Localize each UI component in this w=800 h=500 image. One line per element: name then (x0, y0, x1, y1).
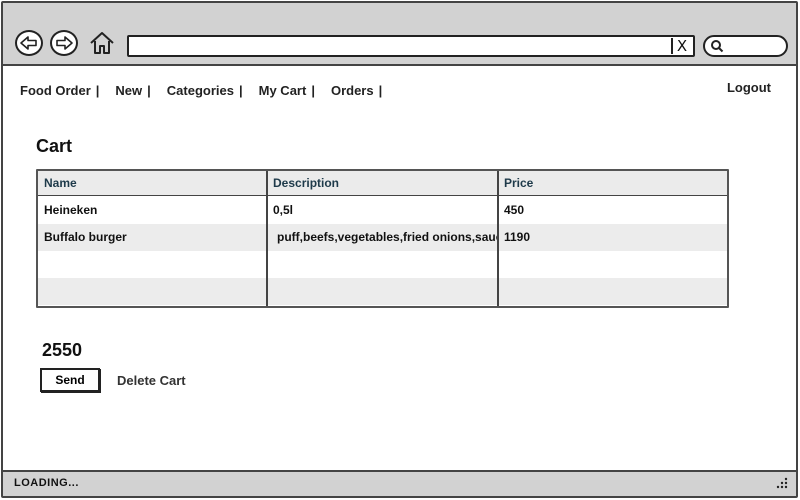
cart-table: Name Description Price Heineken 0,5l 450… (36, 169, 729, 308)
cell-name: Buffalo burger (44, 230, 127, 244)
nav-item-food-order[interactable]: Food Order | (20, 83, 99, 98)
nav-separator: | (378, 82, 383, 98)
clear-address-button[interactable]: X (671, 38, 691, 54)
resize-grip-icon[interactable] (776, 477, 788, 489)
address-bar[interactable]: X (127, 35, 695, 57)
nav-label: Orders (330, 82, 374, 98)
nav-separator: | (147, 82, 151, 98)
nav-item-new[interactable]: New | (115, 83, 150, 98)
cell-description (267, 278, 498, 305)
cell-description: 0,5l (273, 203, 294, 217)
nav-label: New (115, 82, 143, 98)
page-title: Cart (36, 136, 73, 156)
nav-label: Food Order (20, 82, 91, 98)
status-text: LOADING... (14, 477, 79, 489)
status-bar: LOADING... (3, 470, 796, 496)
column-header-price[interactable]: Price (498, 171, 727, 195)
cell-name (38, 251, 267, 278)
nav-label: My Cart (258, 82, 307, 98)
logout-link[interactable]: Logout (727, 80, 771, 95)
table-row[interactable] (38, 278, 727, 305)
forward-arrow-icon (56, 36, 73, 50)
column-header-description[interactable]: Description (267, 171, 498, 195)
nav-item-categories[interactable]: Categories | (167, 83, 243, 98)
cell-price: 1190 (504, 230, 531, 244)
send-button[interactable]: Send (40, 368, 100, 392)
cell-price: 450 (504, 203, 525, 217)
table-row[interactable]: Heineken 0,5l 450 (38, 197, 727, 224)
cell-price (498, 278, 727, 305)
nav-item-orders[interactable]: Orders | (331, 83, 382, 98)
column-divider (266, 171, 268, 306)
browser-window: X Food Order | New | Categories | My Cart | … (1, 1, 798, 498)
close-icon: X (676, 37, 688, 55)
nav-separator: | (239, 82, 243, 98)
nav-separator: | (311, 82, 315, 98)
nav-separator: | (95, 82, 100, 98)
nav-label: Categories (166, 82, 234, 98)
cart-total: 2550 (42, 340, 83, 360)
cell-name (38, 278, 267, 305)
browser-toolbar: X (3, 3, 796, 66)
cell-price (498, 251, 727, 278)
home-button[interactable] (89, 30, 115, 56)
column-divider (497, 171, 499, 306)
back-button[interactable] (15, 30, 43, 56)
nav-item-my-cart[interactable]: My Cart | (259, 83, 315, 98)
search-input[interactable] (703, 35, 788, 57)
column-header-name[interactable]: Name (38, 171, 267, 195)
search-icon (711, 40, 724, 53)
cell-description: puff,beefs,vegetables,fried onions,sauce (277, 230, 498, 244)
cell-name: Heineken (44, 203, 98, 217)
table-header: Name Description Price (38, 171, 727, 196)
cell-description (267, 251, 498, 278)
delete-cart-link[interactable]: Delete Cart (117, 373, 186, 388)
main-nav: Food Order | New | Categories | My Cart | Or… (20, 80, 398, 100)
table-row[interactable] (38, 251, 727, 278)
home-icon (90, 32, 114, 54)
forward-button[interactable] (50, 30, 78, 56)
back-arrow-icon (20, 36, 37, 50)
table-row[interactable]: Buffalo burger puff,beefs,vegetables,fri… (38, 224, 727, 251)
